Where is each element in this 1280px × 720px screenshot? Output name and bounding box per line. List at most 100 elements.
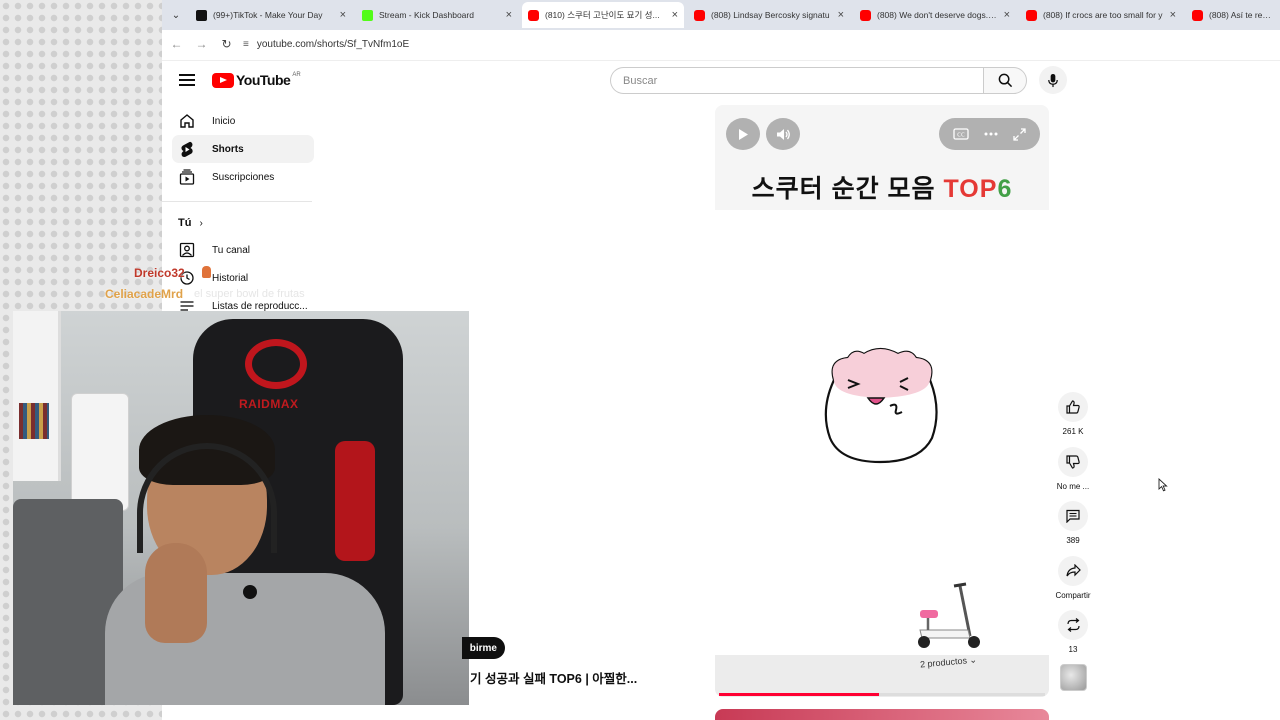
fullscreen-icon[interactable] [1013,127,1026,141]
subscriptions-icon [178,168,196,186]
action-rail: 261 K No me ... 389 Compartir 13 [1050,392,1096,665]
chair-brand-text: RAIDMAX [239,397,299,411]
player-controls-group: CC [939,118,1040,150]
site-info-icon[interactable]: ≡ [243,39,249,50]
thumbs-down-icon [1066,454,1080,469]
thumbs-up-icon [1066,400,1080,414]
search-bar [610,67,1027,94]
kick-icon [362,9,373,21]
tab-kick[interactable]: Stream - Kick Dashboard × [356,2,518,28]
chevron-down-icon: ⌄ [968,654,978,666]
sidebar-item-suscripciones[interactable]: Suscripciones [172,163,314,191]
video-progress-fill [719,693,879,696]
close-icon[interactable]: × [340,9,346,21]
like-button[interactable] [1058,392,1088,422]
chair-logo-icon [245,339,307,389]
volume-button[interactable] [766,118,800,150]
chat-emote-icon [202,266,211,278]
tab-search-chevron-icon[interactable]: ⌄ [162,0,190,30]
share-button[interactable] [1058,555,1088,586]
streamer [105,415,385,705]
dislike-button[interactable] [1058,446,1088,477]
books [19,403,49,439]
comments-action: 389 [1050,501,1096,556]
like-action: 261 K [1050,392,1096,447]
youtube-icon [860,9,871,21]
more-options-icon[interactable] [984,132,998,136]
tab-youtube-4[interactable]: (808) If crocs are too small for y × [1020,2,1182,28]
channel-icon [178,241,196,259]
tiktok-icon [196,9,207,21]
chat-username: Dreico32 [134,266,185,280]
close-icon[interactable]: × [1004,9,1010,21]
tab-youtube-5[interactable]: (808) Así te respetar [1186,2,1280,28]
search-input[interactable] [610,67,983,94]
menu-icon[interactable] [178,72,196,88]
back-arrow-icon[interactable]: ← [164,37,189,51]
comments-button[interactable] [1058,501,1088,532]
address-bar: ← → ↻ ≡ youtube.com/shorts/Sf_TvNfm1oE [162,30,1280,58]
close-icon[interactable]: × [838,9,844,21]
header-divider [162,60,1280,61]
svg-text:CC: CC [957,133,965,139]
search-icon [998,73,1012,88]
forward-arrow-icon[interactable]: → [189,37,214,51]
remix-icon [1066,618,1080,633]
reload-icon[interactable]: ↻ [214,37,239,51]
bookshelf [13,311,61,481]
video-progress-bar[interactable] [719,693,1045,696]
like-count: 261 K [1062,427,1084,436]
mouse-cursor-icon [1158,478,1168,492]
streamer-hand [145,543,207,643]
url-field[interactable]: ≡ youtube.com/shorts/Sf_TvNfm1oE [243,39,409,50]
search-button[interactable] [983,67,1027,94]
dislike-action: No me ... [1050,446,1096,502]
shorts-player[interactable]: CC 스쿠터 순간 모음 TOP6 2 productos ⌄ [715,105,1049,697]
close-icon[interactable]: × [1170,9,1176,21]
comment-icon [1066,510,1080,524]
dislike-label: No me ... [1056,481,1090,491]
product-shelf[interactable] [715,655,1049,697]
remix-action: 13 [1050,610,1096,665]
play-button[interactable] [726,118,760,150]
youtube-icon [528,9,539,21]
home-icon [178,112,196,130]
microphone-icon [243,585,257,599]
sidebar-item-tu-canal[interactable]: Tu canal [172,236,314,264]
youtube-icon [694,9,705,21]
video-title-text: 스쿠터 순간 모음 TOP6 [751,175,1013,203]
tab-youtube-3[interactable]: (808) We don't deserve dogs. 🐕 × [854,2,1016,28]
remix-button[interactable] [1058,610,1088,641]
comment-count: 389 [1066,536,1080,546]
subscribe-button[interactable]: birme [462,637,505,659]
volume-icon [776,128,790,140]
chat-username: CeliacadeMrd [105,287,184,301]
share-action: Compartir [1050,555,1096,611]
voice-search-button[interactable] [1039,66,1067,94]
sidebar-you-section[interactable]: Tú › [172,210,314,236]
remix-count: 13 [1068,645,1078,655]
tab-tiktok[interactable]: (99+)TikTok - Make Your Day × [190,2,352,28]
webcam-overlay: RAIDMAX [13,311,469,705]
youtube-logo[interactable]: YouTube AR [212,72,301,88]
captions-icon[interactable]: CC [953,128,969,140]
air-conditioner [71,393,129,511]
play-icon [739,128,748,140]
share-label: Compartir [1055,590,1091,600]
tab-youtube-2[interactable]: (808) Lindsay Bercosky signatu × [688,2,850,28]
next-short-preview[interactable] [715,709,1049,720]
microphone-icon [1048,73,1058,87]
chevron-right-icon: › [199,217,203,229]
close-icon[interactable]: × [672,9,678,21]
sidebar-item-inicio[interactable]: Inicio [172,107,314,135]
short-caption: 기 성공과 실패 TOP6 | 아찔한... [470,672,638,686]
sidebar-divider [162,201,312,202]
tab-youtube-active[interactable]: (810) 스쿠터 고난이도 묘기 성... × [522,2,684,28]
sidebar-item-shorts[interactable]: Shorts [172,135,314,163]
youtube-icon [1192,9,1203,21]
hamster-illustration [824,347,938,464]
channel-avatar[interactable] [1060,664,1087,691]
close-icon[interactable]: × [506,9,512,21]
chat-message: el super bowl de frutas [194,288,305,300]
shorts-icon [178,140,196,158]
